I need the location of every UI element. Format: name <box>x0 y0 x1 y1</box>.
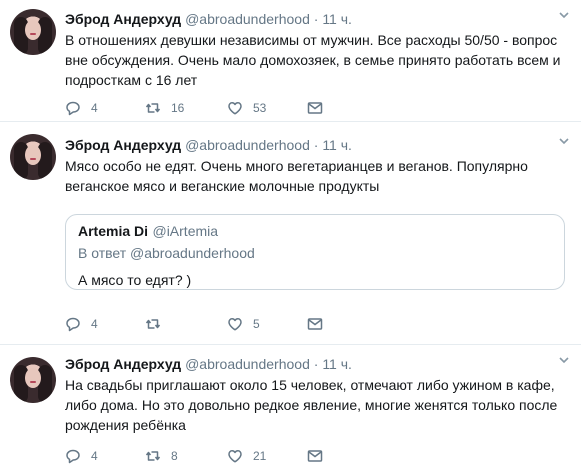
reply-count: 4 <box>91 101 98 115</box>
reply-button[interactable]: 4 <box>65 99 98 117</box>
like-button[interactable]: 53 <box>227 99 266 117</box>
quoted-text: А мясо то едят? ) <box>78 272 192 288</box>
heart-icon <box>228 318 242 331</box>
tweet-text-line: вне обсуждения. Очень мало домохозяек, в… <box>65 52 561 68</box>
tweet[interactable]: Эброд Андерхуд @abroadunderhood · 11 ч. … <box>0 0 581 122</box>
avatar[interactable] <box>10 357 56 403</box>
separator-dot: · <box>313 356 319 372</box>
reply-button[interactable]: 4 <box>65 315 98 333</box>
direct-message-button[interactable] <box>307 447 323 465</box>
reply-count: 4 <box>91 317 98 331</box>
retweet-icon <box>145 103 161 113</box>
author-handle[interactable]: @abroadunderhood <box>185 356 310 372</box>
tweet-text: В отношениях девушки независимы от мужчи… <box>65 30 571 90</box>
tweet-header: Эброд Андерхуд @abroadunderhood · 11 ч. <box>65 355 571 373</box>
tweet-actions: 4 8 21 <box>65 447 325 465</box>
envelope-icon <box>307 102 323 114</box>
timestamp[interactable]: 11 ч. <box>322 11 352 27</box>
like-count: 5 <box>253 317 260 331</box>
author-name[interactable]: Эброд Андерхуд <box>65 137 181 153</box>
reply-context: В ответ @abroadunderhood <box>78 245 255 261</box>
author-handle[interactable]: @abroadunderhood <box>185 137 310 153</box>
tweet-text-line: либо дома. Но это довольно редкое явлени… <box>65 397 558 413</box>
quoted-author-handle: @iArtemia <box>152 223 219 239</box>
quoted-tweet[interactable]: Artemia Di @iArtemia В ответ @abroadunde… <box>65 214 565 290</box>
tweet-actions: 4 16 53 <box>65 99 325 117</box>
chevron-down-icon[interactable] <box>557 9 571 23</box>
reply-icon <box>66 449 80 464</box>
tweet-text: Мясо особо не едят. Очень много вегетари… <box>65 156 571 196</box>
tweet-header: Эброд Андерхуд @abroadunderhood · 11 ч. <box>65 136 571 154</box>
reply-button[interactable]: 4 <box>65 447 98 465</box>
tweet-header: Эброд Андерхуд @abroadunderhood · 11 ч. <box>65 10 571 28</box>
timestamp[interactable]: 11 ч. <box>322 137 352 153</box>
timestamp[interactable]: 11 ч. <box>322 356 352 372</box>
tweet[interactable]: Эброд Андерхуд @abroadunderhood · 11 ч. … <box>0 345 581 473</box>
separator-dot: · <box>313 137 319 153</box>
like-count: 21 <box>253 449 267 463</box>
reply-icon <box>66 101 80 116</box>
tweet-text-line: На свадьбы приглашают около 15 человек, … <box>65 377 555 393</box>
author-name[interactable]: Эброд Андерхуд <box>65 356 181 372</box>
tweet-text-line: рождения ребёнка <box>65 417 186 433</box>
like-button[interactable]: 21 <box>227 447 266 465</box>
tweet-text-line: веганское мясо и веганские молочные прод… <box>65 178 380 194</box>
retweet-button[interactable]: 16 <box>145 99 184 117</box>
tweet-text: На свадьбы приглашают около 15 человек, … <box>65 375 571 435</box>
direct-message-button[interactable] <box>307 99 323 117</box>
heart-icon <box>228 450 242 463</box>
avatar[interactable] <box>10 9 56 55</box>
envelope-icon <box>307 450 323 462</box>
heart-icon <box>228 102 242 115</box>
retweet-icon <box>145 319 161 329</box>
tweet-text-line: подросткам с 16 лет <box>65 72 198 88</box>
tweet-actions: 4 5 <box>65 315 325 333</box>
author-name[interactable]: Эброд Андерхуд <box>65 11 181 27</box>
tweet[interactable]: Эброд Андерхуд @abroadunderhood · 11 ч. … <box>0 122 581 345</box>
like-button[interactable]: 5 <box>227 315 260 333</box>
retweet-button[interactable] <box>145 315 171 333</box>
like-count: 53 <box>253 101 267 115</box>
tweet-text-line: Мясо особо не едят. Очень много вегетари… <box>65 158 528 174</box>
reply-count: 4 <box>91 449 98 463</box>
quoted-author-name: Artemia Di <box>78 223 149 239</box>
retweet-count: 8 <box>171 449 178 463</box>
direct-message-button[interactable] <box>307 315 323 333</box>
separator-dot: · <box>313 11 319 27</box>
tweet-text-line: В отношениях девушки независимы от мужчи… <box>65 32 558 48</box>
chevron-down-icon[interactable] <box>557 135 571 149</box>
retweet-icon <box>145 451 161 461</box>
reply-icon <box>66 317 80 332</box>
envelope-icon <box>307 318 323 330</box>
retweet-count: 16 <box>171 101 185 115</box>
avatar[interactable] <box>10 134 56 180</box>
chevron-down-icon[interactable] <box>557 354 571 368</box>
retweet-button[interactable]: 8 <box>145 447 178 465</box>
author-handle[interactable]: @abroadunderhood <box>185 11 310 27</box>
